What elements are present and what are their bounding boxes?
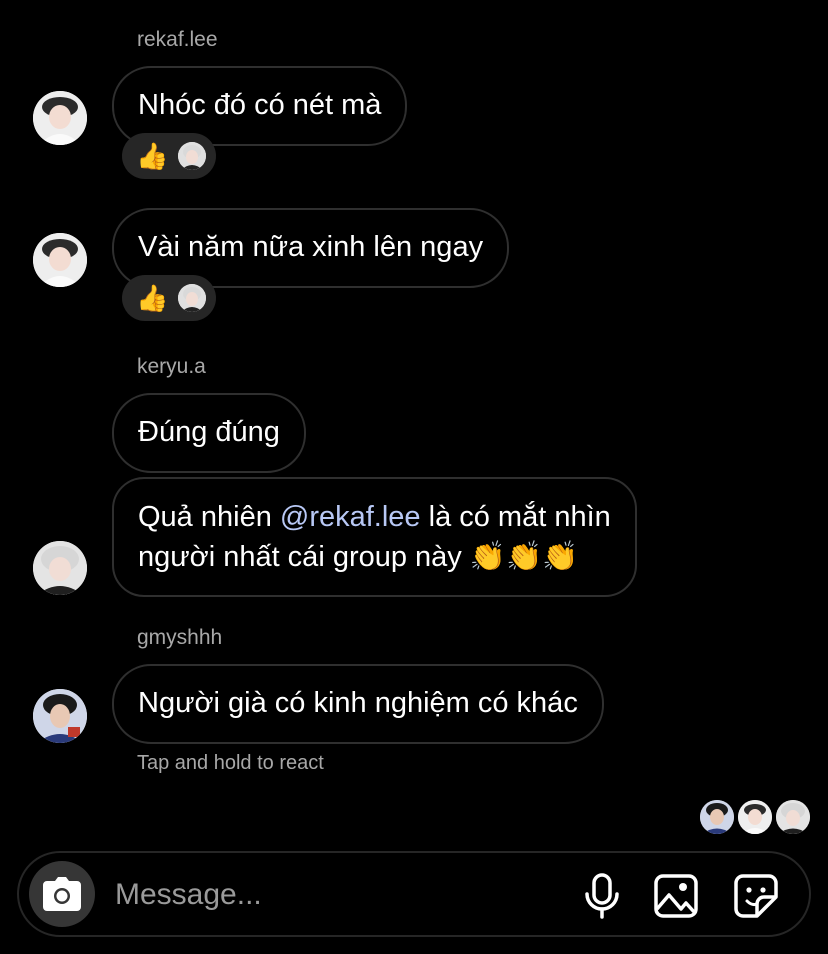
seen-avatar bbox=[700, 800, 734, 834]
gallery-icon bbox=[654, 874, 698, 918]
message-text: Đúng đúng bbox=[138, 416, 280, 448]
microphone-button[interactable] bbox=[578, 872, 626, 920]
message-input[interactable] bbox=[113, 871, 557, 919]
seen-by-avatars[interactable] bbox=[700, 800, 810, 834]
seen-avatar bbox=[776, 800, 810, 834]
message-text: Vài năm nữa xinh lên ngay bbox=[138, 231, 484, 263]
message-bubble[interactable]: Đúng đúng bbox=[112, 393, 306, 473]
avatar[interactable] bbox=[33, 91, 87, 145]
sender-name[interactable]: rekaf.lee bbox=[137, 28, 218, 52]
avatar[interactable] bbox=[33, 689, 87, 743]
message-text-line2: người nhất cái group này 👏👏👏 bbox=[138, 541, 579, 573]
message-text-line1: Quả nhiên @rekaf.lee là có mắt nhìn bbox=[138, 501, 611, 533]
seen-avatar bbox=[738, 800, 772, 834]
message-composer bbox=[17, 851, 811, 937]
camera-icon bbox=[43, 877, 81, 911]
avatar[interactable] bbox=[33, 233, 87, 287]
reactor-avatar bbox=[178, 142, 207, 170]
react-hint: Tap and hold to react bbox=[137, 752, 324, 774]
sticker-button[interactable] bbox=[732, 872, 780, 920]
sender-name[interactable]: keryu.a bbox=[137, 355, 206, 379]
gallery-button[interactable] bbox=[652, 872, 700, 920]
message-text: Nhóc đó có nét mà bbox=[138, 89, 382, 121]
sticker-icon bbox=[734, 874, 778, 918]
microphone-icon bbox=[585, 873, 619, 919]
thumbs-up-icon: 👍 bbox=[136, 141, 169, 171]
sender-name[interactable]: gmyshhh bbox=[137, 626, 222, 650]
message-bubble[interactable]: Quả nhiên @rekaf.lee là có mắt nhìn ngườ… bbox=[112, 477, 637, 597]
camera-button[interactable] bbox=[29, 861, 95, 927]
message-text: Người già có kinh nghiệm có khác bbox=[138, 687, 578, 719]
mention-link[interactable]: @rekaf.lee bbox=[280, 501, 421, 533]
thumbs-up-icon: 👍 bbox=[136, 283, 169, 313]
message-bubble[interactable]: Người già có kinh nghiệm có khác bbox=[112, 664, 604, 744]
reactor-avatar bbox=[178, 284, 207, 312]
avatar[interactable] bbox=[33, 541, 87, 595]
reaction-pill[interactable]: 👍 bbox=[122, 133, 216, 179]
reaction-pill[interactable]: 👍 bbox=[122, 275, 216, 321]
